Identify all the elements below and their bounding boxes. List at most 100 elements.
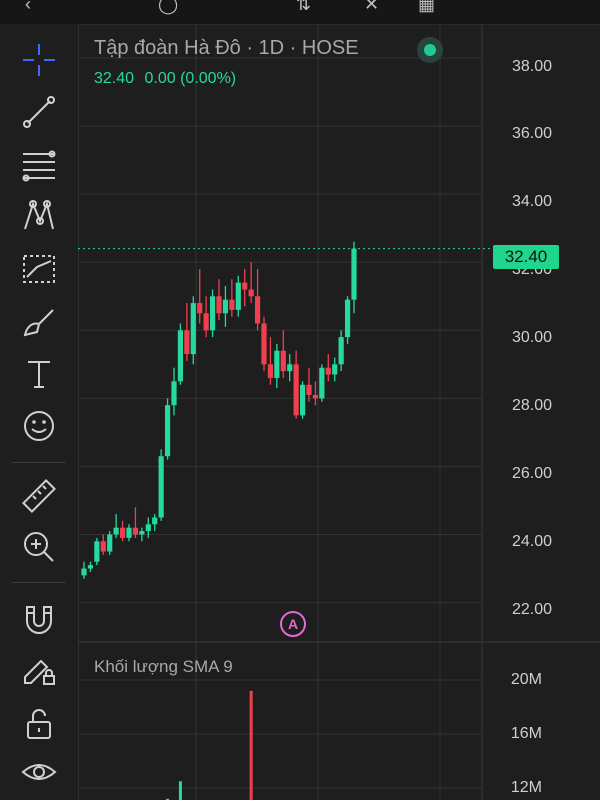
crosshair-tool[interactable]: [17, 40, 61, 80]
last-price: 32.40: [94, 70, 135, 87]
candle-body: [254, 296, 261, 324]
candle-body: [190, 303, 196, 355]
candle-body: [94, 541, 100, 562]
pattern-icon: [24, 200, 54, 230]
candle-body: [164, 405, 171, 457]
lock-drawings-tool[interactable]: [17, 649, 61, 689]
projection-icon: [23, 255, 55, 283]
add-indicator-icon[interactable]: ◯: [158, 0, 178, 15]
ruler-icon: [22, 479, 56, 513]
candle-body: [113, 527, 119, 535]
candle-body: [203, 313, 209, 331]
compare-icon[interactable]: ⇅: [296, 0, 311, 15]
toolbar-divider: [12, 582, 66, 583]
candle-body: [242, 282, 248, 290]
price-tick: 28.00: [511, 397, 552, 414]
price-tick: 34.00: [511, 193, 552, 210]
candle-body: [351, 248, 357, 300]
candle-body: [299, 384, 306, 416]
volume-tick: 20M: [510, 671, 542, 688]
candle-body: [261, 323, 267, 365]
unlock-tool[interactable]: [17, 704, 61, 744]
unlock-icon: [27, 709, 51, 739]
smiley-icon: [24, 411, 54, 441]
candle-body: [280, 350, 286, 372]
candle-body: [344, 299, 351, 338]
brush-tool[interactable]: [17, 302, 61, 342]
candle-body: [319, 367, 325, 399]
zoom-in-icon: [24, 532, 54, 562]
candle-body: [274, 350, 280, 378]
fib-tool[interactable]: [17, 146, 61, 186]
pencil-lock-icon: [24, 659, 55, 685]
last-price-tag: 32.40: [493, 245, 559, 269]
drawing-toolbar: [0, 24, 79, 800]
fib-retracement-icon: [22, 150, 56, 182]
candle-body: [152, 517, 158, 525]
candle-body: [145, 524, 151, 532]
trend-line-icon: [23, 96, 55, 128]
candle-body: [216, 296, 222, 314]
top-bar: ‹ ◯ ⇅ ✕ ▦: [0, 0, 600, 25]
symbol-title[interactable]: Tập đoàn Hà Đô · 1D · HOSE: [94, 37, 359, 60]
price-tick: 26.00: [511, 465, 552, 482]
chart-area[interactable]: Tập đoàn Hà Đô · 1D · HOSE 32.40 0.00 (0…: [78, 24, 600, 800]
candle-body: [209, 296, 216, 331]
candle-body: [132, 527, 139, 535]
back-icon[interactable]: ‹: [25, 0, 31, 15]
price-tick: 30.00: [511, 329, 552, 346]
candle-body: [332, 364, 338, 375]
crosshair-icon: [23, 44, 55, 76]
price-change: 0.00: [144, 70, 176, 87]
emoji-tool[interactable]: [17, 406, 61, 446]
measure-tool[interactable]: [17, 476, 61, 516]
alert-marker[interactable]: A: [280, 611, 306, 637]
candle-body: [100, 541, 106, 552]
candle-body: [338, 337, 344, 365]
price-tick: 38.00: [511, 58, 552, 75]
price-change-percent: (0.00%): [180, 70, 237, 87]
zoom-tool[interactable]: [17, 527, 61, 567]
candle-body: [171, 381, 177, 406]
eye-icon: [21, 764, 57, 780]
visibility-tool[interactable]: [17, 752, 61, 792]
text-icon: [28, 361, 50, 388]
price-tick: 36.00: [511, 125, 552, 142]
pattern-tool[interactable]: [17, 196, 61, 236]
volume-bar: [178, 781, 182, 800]
fx-icon[interactable]: ✕: [364, 0, 379, 15]
candle-body: [325, 367, 331, 375]
candle-body: [81, 568, 87, 576]
volume-pane-title[interactable]: Khối lượng SMA 9: [94, 657, 233, 677]
volume-bar: [249, 690, 253, 800]
text-tool[interactable]: [17, 354, 61, 394]
candle-body: [293, 364, 299, 416]
candle-body: [312, 394, 319, 399]
candle-body: [229, 299, 235, 310]
candle-body: [177, 330, 184, 382]
candle-body: [197, 303, 203, 314]
candle-body: [287, 364, 293, 372]
candle-body: [87, 565, 94, 569]
candle-body: [119, 527, 126, 538]
candle-body: [107, 534, 113, 552]
trend-line-tool[interactable]: [17, 92, 61, 132]
volume-tick: 12M: [510, 779, 542, 796]
price-tick: 22.00: [511, 601, 552, 618]
candle-body: [158, 456, 164, 518]
volume-tick: 16M: [510, 725, 542, 742]
candle-body: [139, 531, 145, 535]
candle-body: [222, 299, 229, 314]
candle-body: [126, 527, 132, 538]
projection-tool[interactable]: [17, 249, 61, 289]
price-tick: 24.00: [511, 533, 552, 550]
brush-icon: [23, 309, 54, 337]
candle-body: [306, 384, 312, 395]
market-status-icon: [417, 37, 443, 63]
layout-icon[interactable]: ▦: [418, 0, 435, 15]
ohlc-legend: 32.40 0.00 (0.00%): [94, 70, 236, 88]
toolbar-divider: [12, 462, 66, 463]
magnet-tool[interactable]: [17, 599, 61, 639]
candle-body: [267, 364, 274, 378]
candle-body: [235, 282, 241, 310]
